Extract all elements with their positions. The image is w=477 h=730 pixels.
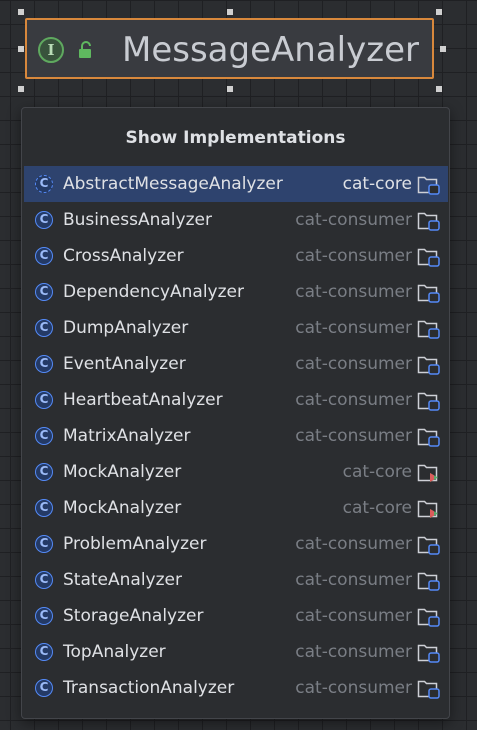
resize-handle[interactable]	[18, 9, 24, 15]
test-folder-icon	[417, 461, 440, 483]
implementations-list: C AbstractMessageAnalyzer cat-core C Busines…	[24, 166, 448, 706]
resize-handle[interactable]	[436, 86, 442, 92]
class-icon: C	[35, 391, 53, 409]
class-icon: C	[35, 463, 53, 481]
class-name: DumpAnalyzer	[63, 318, 189, 338]
list-item[interactable]: C MatrixAnalyzer cat-consumer	[24, 418, 448, 454]
class-icon: C	[35, 571, 53, 589]
class-name: HeartbeatAnalyzer	[63, 390, 223, 410]
list-item[interactable]: C TransactionAnalyzer cat-consumer	[24, 670, 448, 706]
folder-module-icon	[417, 245, 440, 267]
class-name: StateAnalyzer	[63, 570, 182, 590]
module-name: cat-consumer	[295, 390, 412, 410]
class-name: EventAnalyzer	[63, 354, 186, 374]
class-icon: C	[35, 679, 53, 697]
list-item[interactable]: C BusinessAnalyzer cat-consumer	[24, 202, 448, 238]
module-name: cat-consumer	[295, 606, 412, 626]
abstract-class-icon: C	[35, 175, 53, 193]
module-name: cat-consumer	[295, 570, 412, 590]
list-item[interactable]: C DumpAnalyzer cat-consumer	[24, 310, 448, 346]
resize-handle[interactable]	[227, 86, 233, 92]
resize-handle[interactable]	[18, 46, 24, 52]
class-name: ProblemAnalyzer	[63, 534, 207, 554]
module-name: cat-consumer	[295, 282, 412, 302]
module-name: cat-consumer	[295, 426, 412, 446]
class-name: MockAnalyzer	[63, 498, 182, 518]
module-name: cat-consumer	[295, 354, 412, 374]
folder-module-icon	[417, 173, 440, 195]
folder-module-icon	[417, 677, 440, 699]
class-icon: C	[35, 283, 53, 301]
folder-module-icon	[417, 281, 440, 303]
implementations-popup: Show Implementations C AbstractMessageAna…	[21, 107, 450, 719]
class-name: CrossAnalyzer	[63, 246, 184, 266]
list-item[interactable]: C AbstractMessageAnalyzer cat-core	[24, 166, 448, 202]
class-name: TransactionAnalyzer	[63, 678, 235, 698]
popup-title: Show Implementations	[125, 128, 346, 148]
class-name: StorageAnalyzer	[63, 606, 204, 626]
class-icon: C	[35, 607, 53, 625]
module-name: cat-consumer	[295, 534, 412, 554]
folder-module-icon	[417, 533, 440, 555]
folder-module-icon	[417, 425, 440, 447]
class-name: DependencyAnalyzer	[63, 282, 244, 302]
resize-handle[interactable]	[227, 9, 233, 15]
module-name: cat-core	[342, 462, 412, 482]
folder-module-icon	[417, 569, 440, 591]
class-name: MockAnalyzer	[63, 462, 182, 482]
list-item[interactable]: C TopAnalyzer cat-consumer	[24, 634, 448, 670]
list-item[interactable]: C ProblemAnalyzer cat-consumer	[24, 526, 448, 562]
resize-handle[interactable]	[18, 86, 24, 92]
class-name: TopAnalyzer	[63, 642, 166, 662]
list-item[interactable]: C EventAnalyzer cat-consumer	[24, 346, 448, 382]
resize-handle[interactable]	[440, 46, 446, 52]
folder-module-icon	[417, 317, 440, 339]
module-name: cat-core	[342, 498, 412, 518]
class-icon: C	[35, 355, 53, 373]
class-icon: C	[35, 499, 53, 517]
class-icon: C	[35, 211, 53, 229]
class-name: MatrixAnalyzer	[63, 426, 191, 446]
unlocked-icon	[79, 41, 91, 58]
module-name: cat-consumer	[295, 642, 412, 662]
module-name: cat-core	[342, 174, 412, 194]
folder-module-icon	[417, 389, 440, 411]
list-item[interactable]: C StorageAnalyzer cat-consumer	[24, 598, 448, 634]
resize-handle[interactable]	[436, 9, 442, 15]
module-name: cat-consumer	[295, 678, 412, 698]
folder-module-icon	[417, 209, 440, 231]
list-item[interactable]: C StateAnalyzer cat-consumer	[24, 562, 448, 598]
folder-module-icon	[417, 641, 440, 663]
module-name: cat-consumer	[295, 318, 412, 338]
module-name: cat-consumer	[295, 246, 412, 266]
folder-module-icon	[417, 605, 440, 627]
class-icon: C	[35, 319, 53, 337]
class-icon: C	[35, 427, 53, 445]
test-folder-icon	[417, 497, 440, 519]
list-item[interactable]: C HeartbeatAnalyzer cat-consumer	[24, 382, 448, 418]
node-title: MessageAnalyzer	[122, 30, 419, 70]
class-icon: C	[35, 643, 53, 661]
list-item[interactable]: C MockAnalyzer cat-core	[24, 490, 448, 526]
interface-node[interactable]: I MessageAnalyzer	[25, 18, 434, 79]
module-name: cat-consumer	[295, 210, 412, 230]
list-item[interactable]: C DependencyAnalyzer cat-consumer	[24, 274, 448, 310]
class-name: BusinessAnalyzer	[63, 210, 212, 230]
class-name: AbstractMessageAnalyzer	[63, 174, 283, 194]
list-item[interactable]: C MockAnalyzer cat-core	[24, 454, 448, 490]
folder-module-icon	[417, 353, 440, 375]
list-item[interactable]: C CrossAnalyzer cat-consumer	[24, 238, 448, 274]
interface-icon: I	[38, 37, 64, 63]
class-icon: C	[35, 535, 53, 553]
class-icon: C	[35, 247, 53, 265]
